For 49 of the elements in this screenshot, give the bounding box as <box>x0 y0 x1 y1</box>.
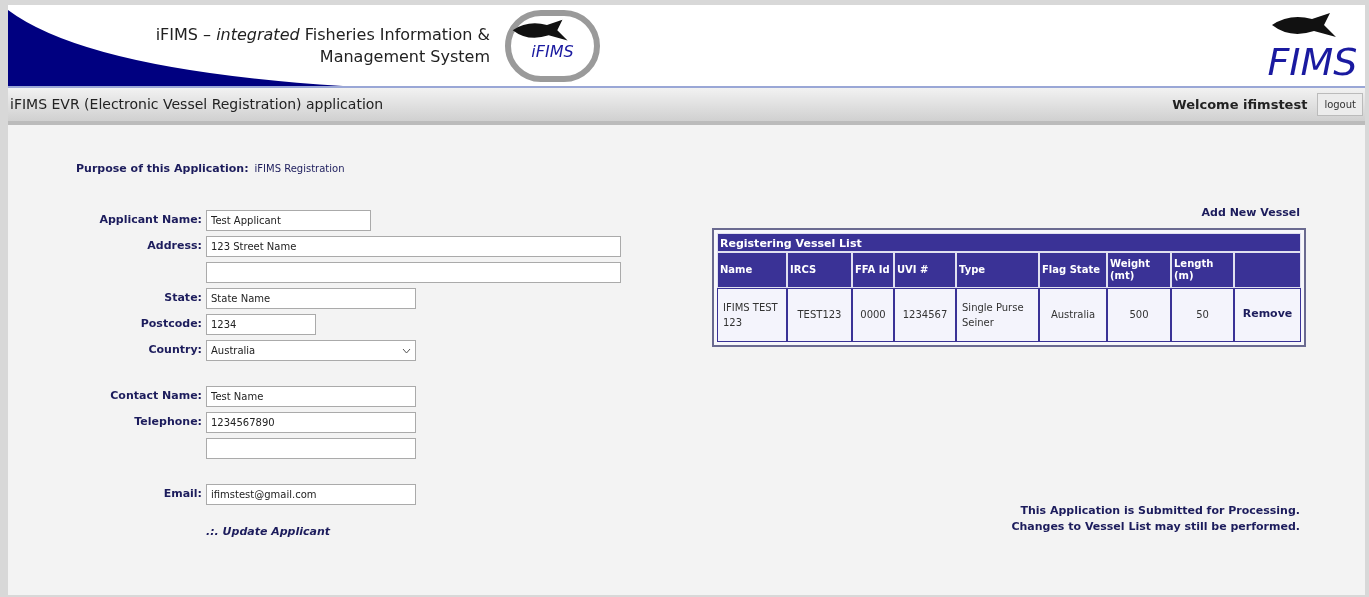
purpose-label: Purpose of this Application: <box>76 161 249 177</box>
status-message: This Application is Submitted for Processing. <box>1020 502 1300 519</box>
column-header: Flag State <box>1039 251 1107 288</box>
text-field[interactable]: Test Name <box>206 386 416 407</box>
field-label: Country: <box>148 343 202 357</box>
field-label: Address: <box>147 239 202 253</box>
text-field[interactable]: 123 Street Name <box>206 236 621 257</box>
table-cell: 50 <box>1171 287 1234 342</box>
remove-link[interactable]: Remove <box>1242 306 1293 323</box>
chevron-down-icon <box>402 347 411 354</box>
field-label: Telephone: <box>134 415 202 429</box>
text-field[interactable]: ifimstest@gmail.com <box>206 484 416 505</box>
purpose-value: iFIMS Registration <box>254 162 345 176</box>
table-cell: Australia <box>1039 287 1107 342</box>
table-cell: IFIMS TEST 123 <box>717 287 787 342</box>
table-cell: TEST123 <box>787 287 852 342</box>
table-title: Registering Vessel List <box>717 232 1301 252</box>
column-header: Type <box>956 251 1039 288</box>
status-message: Changes to Vessel List may still be performed. <box>1011 518 1300 535</box>
field-label: Email: <box>163 487 202 501</box>
column-header: Weight (mt) <box>1107 251 1171 288</box>
table-cell: Single Purse Seiner <box>956 287 1039 342</box>
field-label: State: <box>164 291 202 305</box>
text-field[interactable] <box>206 438 416 459</box>
country-select[interactable]: Australia <box>206 340 416 361</box>
logout-button[interactable]: logout <box>1317 93 1363 116</box>
column-header: Length (m) <box>1171 251 1234 288</box>
field-label: Contact Name: <box>110 389 202 403</box>
ifims-logo: iFIMS <box>505 9 600 82</box>
text-field[interactable]: State Name <box>206 288 416 309</box>
table-cell: 1234567 <box>894 287 956 342</box>
text-field[interactable]: 1234 <box>206 314 316 335</box>
add-vessel-link[interactable]: Add New Vessel <box>1201 205 1300 222</box>
text-field[interactable]: Test Applicant <box>206 210 371 231</box>
text-field[interactable] <box>206 262 621 283</box>
column-header: Name <box>717 251 787 288</box>
column-header: IRCS <box>787 251 852 288</box>
text-field[interactable]: 1234567890 <box>206 412 416 433</box>
header-title: iFIMS – integrated Fisheries Information & Management System <box>154 23 490 68</box>
column-header: FFA Id <box>852 251 894 288</box>
field-label: Applicant Name: <box>99 213 202 227</box>
update-applicant-link[interactable]: .:. Update Applicant <box>206 524 331 538</box>
welcome-text: Welcome ifimstest <box>1172 95 1308 114</box>
column-header: UVI # <box>894 251 956 288</box>
app-title: iFIMS EVR (Electronic Vessel Registration) application <box>10 95 384 114</box>
table-cell: 0000 <box>852 287 894 342</box>
table-cell: 500 <box>1107 287 1171 342</box>
fims-logo: FIMS <box>1270 10 1355 81</box>
field-label: Postcode: <box>140 317 202 331</box>
